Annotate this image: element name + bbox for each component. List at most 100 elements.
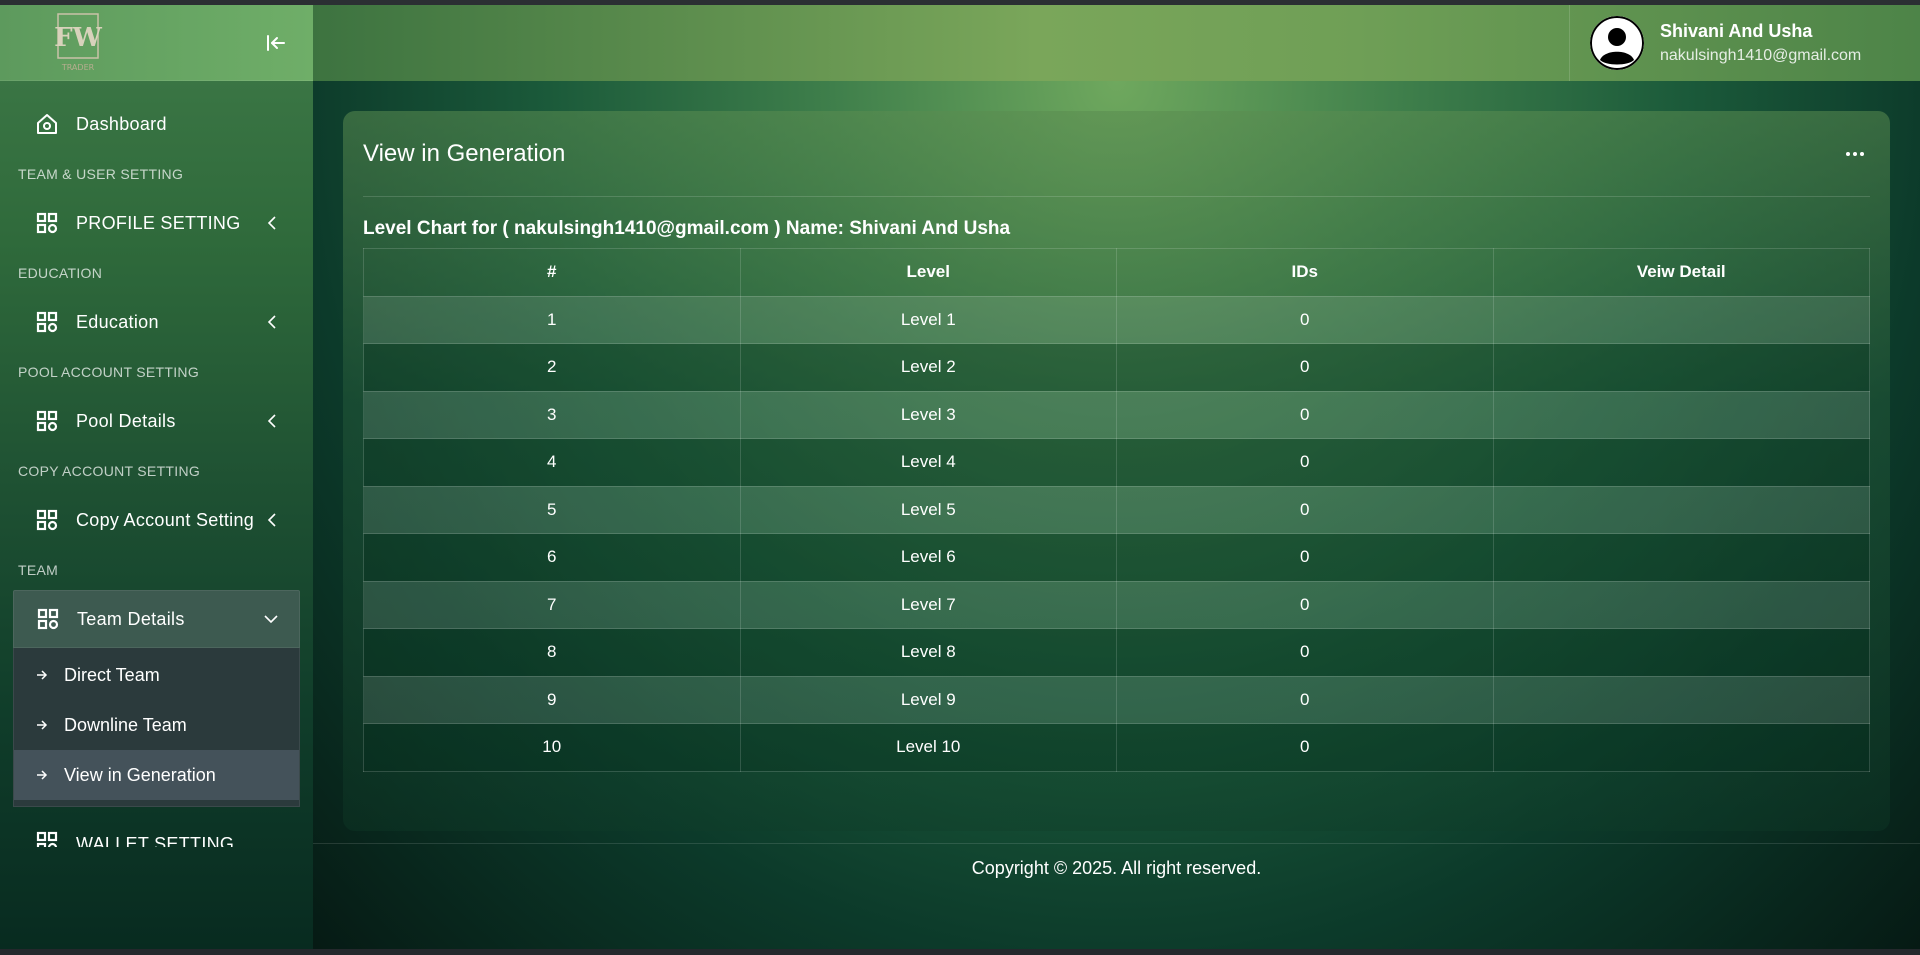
table-cell (1492, 343, 1870, 392)
table-cell (1492, 295, 1870, 344)
grid-icon (34, 210, 60, 236)
table-cell: 0 (1116, 675, 1494, 724)
submenu-item-label: View in Generation (64, 764, 216, 785)
sidebar-item-education[interactable]: Education (0, 293, 313, 351)
table-cell: 7 (363, 580, 741, 629)
table-row: 8 Level 8 0 (363, 628, 1870, 677)
table-row: 7 Level 7 0 (363, 580, 1870, 629)
table-cell (1492, 390, 1870, 439)
card-header: View in Generation (363, 111, 1870, 197)
table-cell (1492, 438, 1870, 487)
table-cell: Level 10 (739, 723, 1117, 772)
sidebar-item-profile-setting[interactable]: PROFILE SETTING (0, 194, 313, 252)
table-row: 10 Level 10 0 (363, 723, 1870, 772)
table-cell (1492, 485, 1870, 534)
submenu-item-direct-team[interactable]: Direct Team (14, 650, 299, 700)
grid-icon (34, 309, 60, 335)
table-header-row: # Level IDs Veiw Detail (363, 248, 1870, 297)
table-cell: 3 (363, 390, 741, 439)
avatar (1590, 16, 1644, 70)
top-header: Shivani And Usha nakulsingh1410@gmail.co… (313, 5, 1920, 81)
sidebar-item-dashboard[interactable]: Dashboard (0, 95, 313, 153)
arrow-right-icon (36, 770, 50, 780)
sidebar-item-label: Education (76, 311, 159, 332)
table-cell: Level 9 (739, 675, 1117, 724)
table-cell (1492, 533, 1870, 582)
chevron-left-icon (265, 513, 279, 527)
level-chart-caption: Level Chart for ( nakulsingh1410@gmail.c… (363, 218, 1011, 239)
table-cell (1492, 675, 1870, 724)
user-name: Shivani And Usha (1660, 21, 1813, 41)
section-label-pool: POOL ACCOUNT SETTING (18, 364, 200, 380)
sidebar-item-label: Team Details (77, 608, 185, 629)
logo[interactable]: FW TRADER (52, 10, 104, 76)
submenu-item-downline-team[interactable]: Downline Team (14, 700, 299, 750)
sidebar-menu: Dashboard TEAM & USER SETTING PROFILE SE… (0, 81, 313, 847)
section-label-team-user: TEAM & USER SETTING (18, 166, 184, 182)
table-cell: 0 (1116, 343, 1494, 392)
column-header: IDs (1116, 248, 1494, 297)
chevron-down-icon (264, 612, 278, 626)
grid-icon (35, 606, 61, 632)
section-label-team: TEAM (18, 562, 59, 578)
table-row: 3 Level 3 0 (363, 390, 1870, 439)
sidebar-item-copy-account-setting[interactable]: Copy Account Setting (0, 491, 313, 549)
grid-icon (34, 507, 60, 533)
table-cell: 0 (1116, 580, 1494, 629)
table-cell: Level 5 (739, 485, 1117, 534)
sidebar-item-team-details[interactable]: Team Details (13, 590, 300, 648)
chevron-left-icon (265, 216, 279, 230)
table-cell (1492, 580, 1870, 629)
table-cell: 1 (363, 295, 741, 344)
table-cell: 0 (1116, 295, 1494, 344)
submenu-item-label: Direct Team (64, 664, 160, 685)
svg-text:FW: FW (54, 23, 102, 53)
table-cell: 9 (363, 675, 741, 724)
table-cell: 0 (1116, 485, 1494, 534)
column-header: Level (739, 248, 1117, 297)
submenu-item-view-in-generation[interactable]: View in Generation (14, 750, 299, 800)
sidebar-item-label: WALLET SETTING (76, 834, 235, 847)
column-header: # (363, 248, 741, 297)
sidebar-collapse-icon[interactable] (261, 28, 291, 58)
page-title: View in Generation (363, 139, 566, 167)
table-cell: Level 2 (739, 343, 1117, 392)
section-label-copy-account: COPY ACCOUNT SETTING (18, 463, 201, 479)
chevron-left-icon (265, 414, 279, 428)
sidebar-item-label: Pool Details (76, 410, 176, 431)
sidebar-item-wallet-setting[interactable]: WALLET SETTING (0, 807, 313, 847)
brand-bar: FW TRADER (0, 5, 313, 81)
sidebar-item-label: Copy Account Setting (76, 509, 255, 530)
copyright-text: Copyright © 2025. All right reserved. (971, 858, 1262, 878)
table-cell: 0 (1116, 438, 1494, 487)
chevron-left-icon (265, 315, 279, 329)
table-cell: 0 (1116, 533, 1494, 582)
column-header: Veiw Detail (1492, 248, 1870, 297)
user-email: nakulsingh1410@gmail.com (1660, 47, 1862, 64)
section-label-education: EDUCATION (18, 265, 103, 281)
arrow-right-icon (36, 670, 50, 680)
generation-card: View in Generation Level Chart for ( nak… (343, 111, 1890, 831)
grid-icon (34, 829, 60, 847)
table-row: 1 Level 1 0 (363, 295, 1870, 344)
table-cell: 10 (363, 723, 741, 772)
table-row: 9 Level 9 0 (363, 675, 1870, 724)
table-cell: Level 7 (739, 580, 1117, 629)
submenu-item-label: Downline Team (64, 714, 187, 735)
user-profile-menu[interactable]: Shivani And Usha nakulsingh1410@gmail.co… (1569, 5, 1920, 81)
more-options-icon[interactable] (1840, 139, 1870, 169)
sidebar-item-label: PROFILE SETTING (76, 212, 241, 233)
table-row: 5 Level 5 0 (363, 485, 1870, 534)
table-row: 6 Level 6 0 (363, 533, 1870, 582)
arrow-right-icon (36, 720, 50, 730)
table-cell: Level 8 (739, 628, 1117, 677)
level-table: # Level IDs Veiw Detail 1 Level 1 0 2 Le… (363, 248, 1870, 772)
table-cell: 0 (1116, 628, 1494, 677)
sidebar-item-label: Dashboard (76, 113, 167, 134)
grid-icon (34, 408, 60, 434)
table-cell: 4 (363, 438, 741, 487)
home-icon (34, 111, 60, 137)
table-cell: 0 (1116, 723, 1494, 772)
team-submenu: Direct Team Downline Team View in Genera… (13, 648, 300, 807)
sidebar-item-pool-details[interactable]: Pool Details (0, 392, 313, 450)
